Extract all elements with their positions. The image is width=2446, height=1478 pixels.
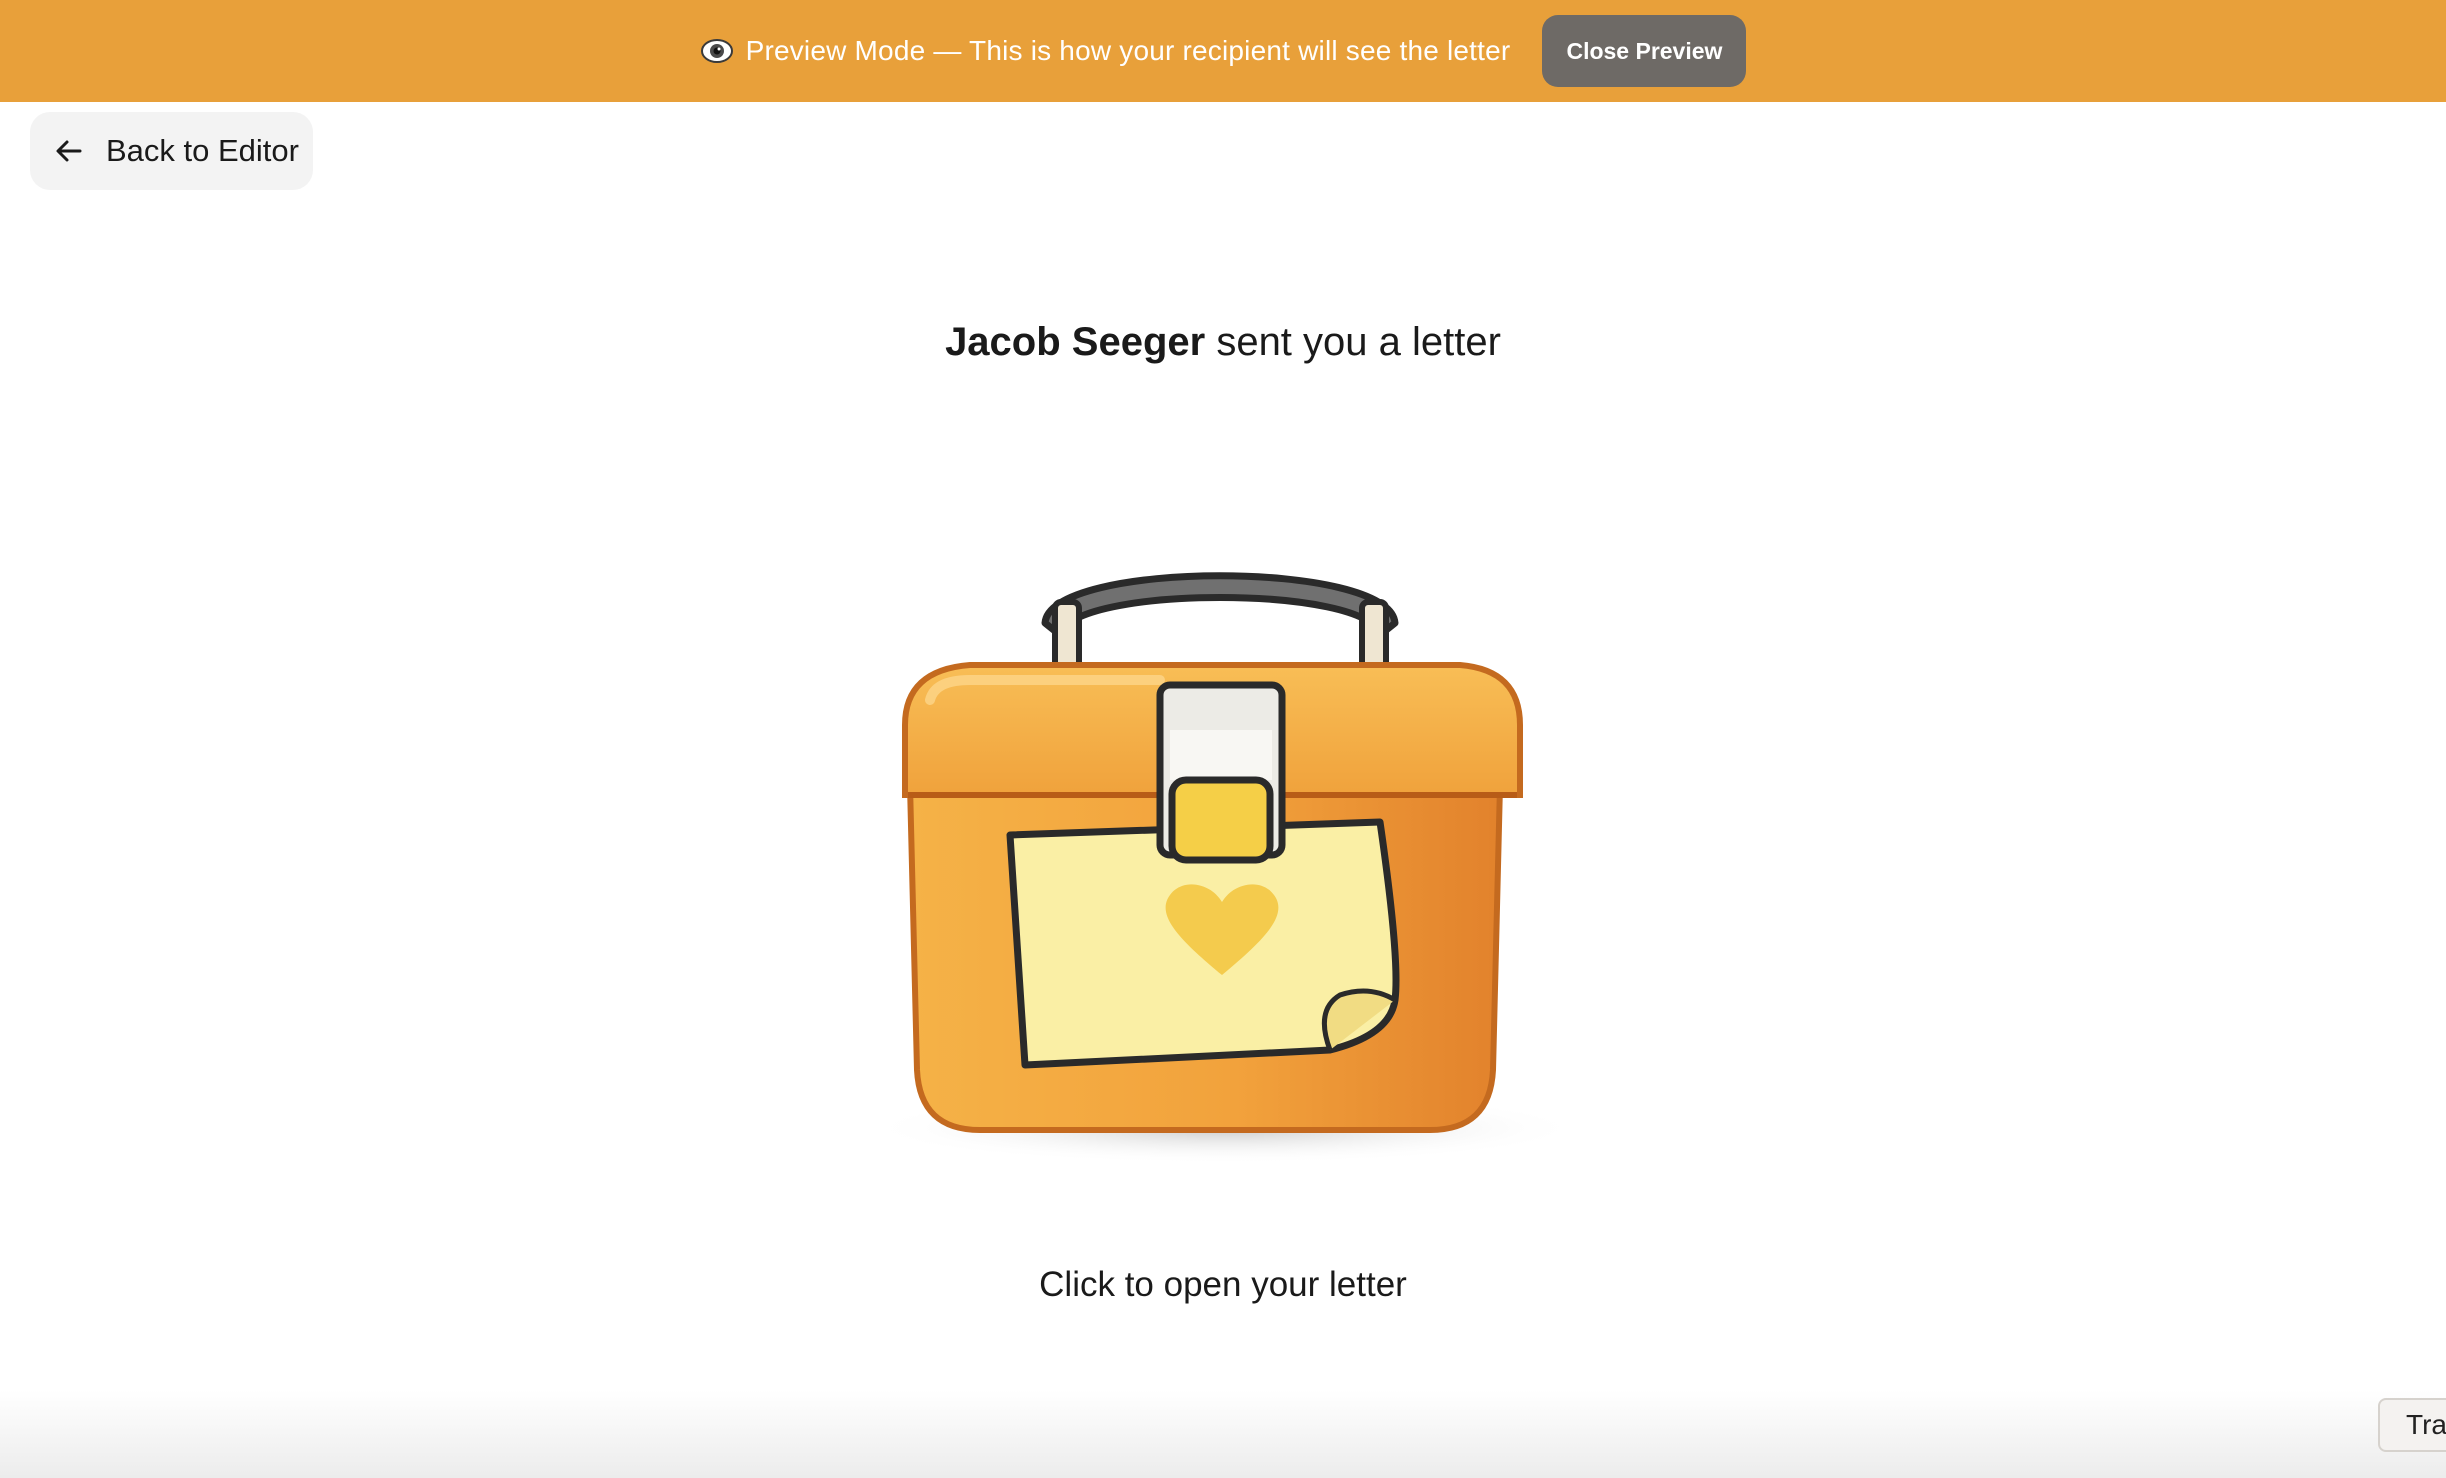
- lunchbox-illustration[interactable]: [860, 530, 1600, 1170]
- preview-message-text: Preview Mode — This is how your recipien…: [745, 35, 1511, 66]
- corner-tab-button[interactable]: Tra: [2378, 1398, 2446, 1452]
- bottom-fade: [0, 1390, 2446, 1478]
- open-letter-prompt[interactable]: Click to open your letter: [0, 1265, 2446, 1305]
- sender-heading: Jacob Seeger sent you a letter: [0, 320, 2446, 365]
- close-preview-button[interactable]: Close Preview: [1542, 15, 1747, 87]
- eye-icon: [700, 39, 733, 63]
- sender-suffix: sent you a letter: [1205, 320, 1501, 364]
- arrow-left-icon: [56, 140, 82, 162]
- preview-banner: Preview Mode — This is how your recipien…: [0, 0, 2446, 102]
- back-to-editor-button[interactable]: Back to Editor: [30, 112, 313, 190]
- back-to-editor-label: Back to Editor: [106, 133, 299, 168]
- sender-name: Jacob Seeger: [945, 320, 1206, 364]
- lunchbox-handle: [1041, 572, 1399, 639]
- preview-message: Preview Mode — This is how your recipien…: [700, 34, 1511, 68]
